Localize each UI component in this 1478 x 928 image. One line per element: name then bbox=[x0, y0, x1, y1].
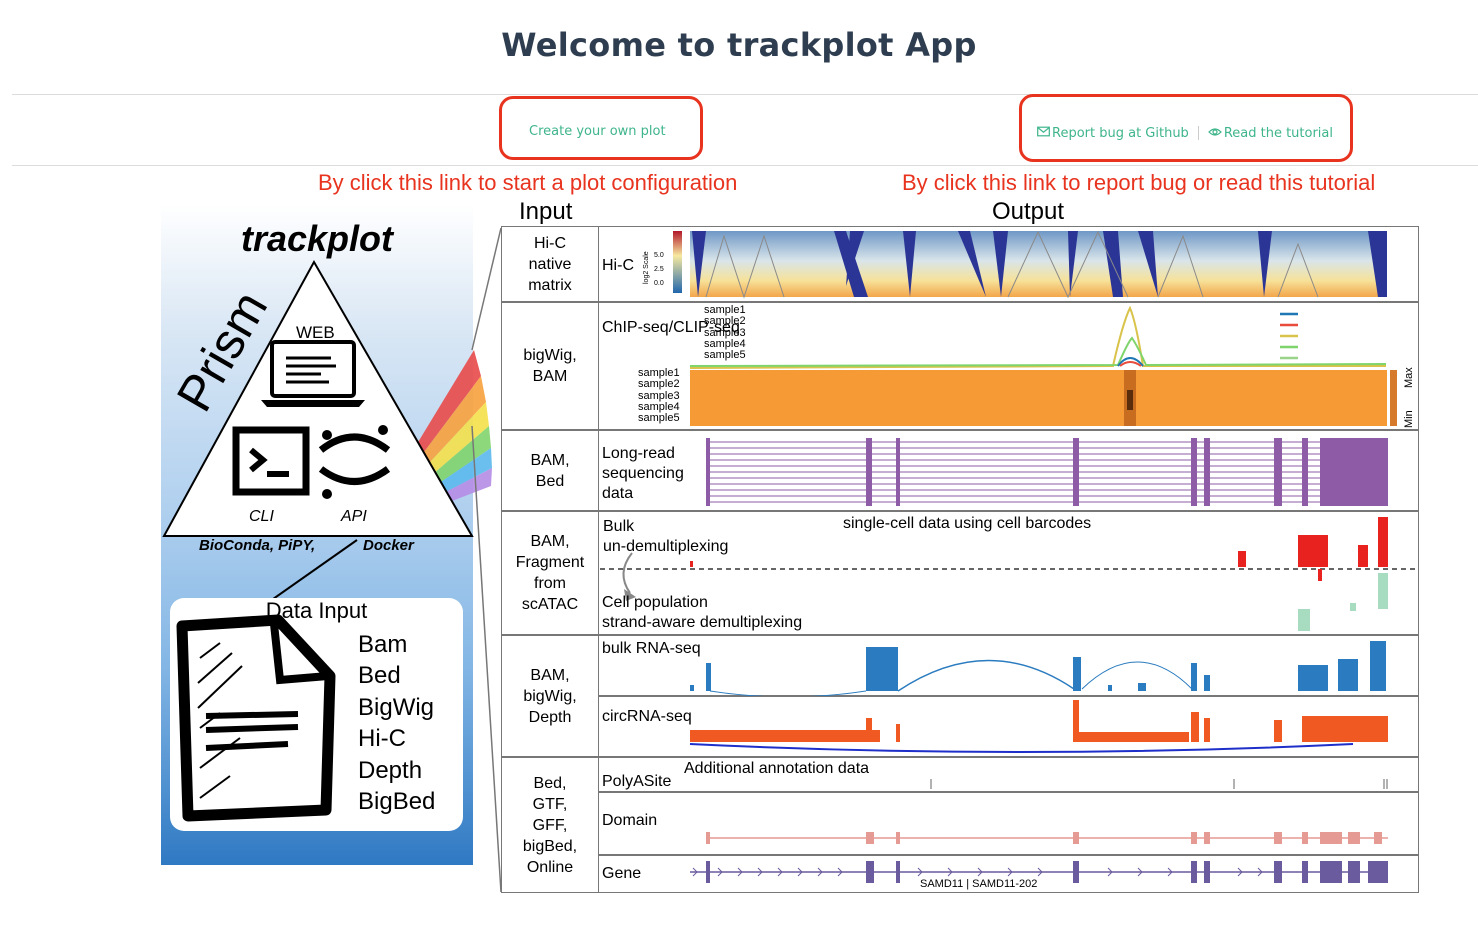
nav-divider bbox=[12, 165, 1478, 166]
chip-legend: sample1 sample2 sample3 sample4 sample5 bbox=[704, 304, 746, 362]
format-depth: Depth bbox=[358, 757, 423, 784]
format-hic: Hi-C bbox=[358, 725, 406, 752]
domain-track bbox=[706, 832, 1388, 844]
connector-lines bbox=[471, 227, 502, 893]
cli-label: CLI bbox=[249, 508, 274, 525]
singlecell-title: single-cell data using cell barcodes bbox=[843, 515, 1092, 532]
polya-track bbox=[930, 779, 1388, 789]
page-title: Welcome to trackplot App bbox=[501, 26, 977, 64]
annotation-right: By click this link to report bug or read… bbox=[902, 170, 1376, 195]
help-links-highlight bbox=[1019, 94, 1353, 162]
gene-name-label: SAMD11 | SAMD11-202 bbox=[920, 878, 1038, 890]
input-annotations: Bed, GTF, GFF, bigBed, Online bbox=[501, 757, 598, 893]
circ-track bbox=[689, 700, 1388, 753]
input-bigwig: bigWig, BAM bbox=[501, 302, 598, 430]
input-header: Input bbox=[519, 198, 573, 225]
format-bigbed: BigBed bbox=[358, 788, 436, 815]
heatmap-sample-labels: sample1 sample2 sample3 sample4 sample5 bbox=[638, 367, 680, 425]
hic-label: Hi-C bbox=[602, 257, 634, 274]
document-icon bbox=[176, 614, 336, 822]
docker-label: Docker bbox=[363, 537, 414, 554]
input-hic: Hi-C native matrix bbox=[501, 226, 598, 302]
rnaseq-label: bulk RNA-seq bbox=[602, 640, 701, 657]
hic-scale-label: log2 Scale bbox=[643, 251, 650, 284]
hic-scale-ticks: 5.0 2.5 0.0 bbox=[654, 252, 664, 287]
create-link-highlight bbox=[499, 96, 703, 160]
input-scatac: BAM, Fragment from scATAC bbox=[501, 511, 598, 635]
circ-label: circRNA-seq bbox=[602, 708, 692, 725]
rnaseq-track bbox=[690, 641, 1386, 696]
hic-heatmap bbox=[673, 230, 1387, 299]
longread-tracks bbox=[706, 438, 1388, 506]
heatmap-max-label: Max bbox=[1403, 367, 1415, 388]
web-label: WEB bbox=[296, 323, 335, 342]
input-bam-bigwig-depth: BAM, bigWig, Depth bbox=[501, 635, 598, 757]
longread-label: Long-read sequencing data bbox=[602, 445, 684, 502]
bulk-label: Bulk un-demultiplexing bbox=[603, 518, 729, 555]
annotation-left: By click this link to start a plot confi… bbox=[318, 170, 738, 195]
cell-population-label: Cell population strand-aware demultiplexi… bbox=[602, 594, 803, 631]
format-bam: Bam bbox=[358, 631, 408, 658]
input-bam-bed: BAM, Bed bbox=[501, 430, 598, 511]
channels-label: BioConda, PiPY, bbox=[199, 537, 316, 554]
format-bed: Bed bbox=[358, 662, 401, 689]
format-bigwig: BigWig bbox=[358, 694, 435, 721]
output-header: Output bbox=[992, 198, 1065, 225]
heatmap-min-label: Min bbox=[1403, 410, 1415, 428]
api-label: API bbox=[341, 508, 367, 525]
